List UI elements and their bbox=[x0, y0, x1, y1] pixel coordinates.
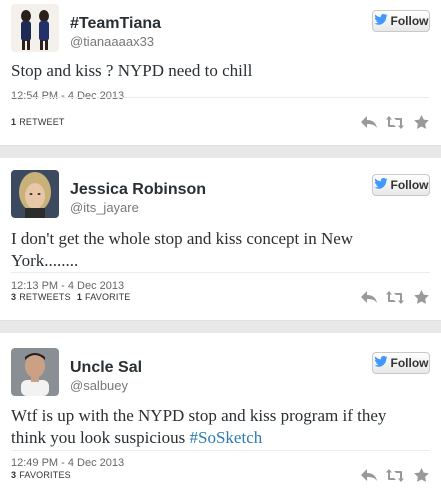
tweet-text: Wtf is up with the NYPD stop and kiss pr… bbox=[11, 405, 415, 449]
favorite-star-icon[interactable] bbox=[412, 113, 430, 131]
screen-handle[interactable]: @its_jayare bbox=[70, 199, 206, 216]
tweet-header: #TeamTiana @tianaaaax33 Follow bbox=[11, 0, 430, 52]
reply-icon[interactable] bbox=[360, 113, 378, 131]
favorite-star-icon[interactable] bbox=[412, 288, 430, 306]
tweet-actions bbox=[360, 273, 430, 321]
tweet-actions bbox=[360, 98, 430, 146]
twitter-bird-icon bbox=[373, 355, 388, 370]
follow-label: Follow bbox=[390, 356, 429, 370]
avatar[interactable] bbox=[11, 170, 59, 218]
hashtag-link[interactable]: #SoSketch bbox=[190, 428, 263, 447]
display-name[interactable]: #TeamTiana bbox=[70, 14, 161, 33]
tweet-footer: 3 RETWEETS 1 FAVORITE bbox=[11, 272, 430, 320]
author-names: Jessica Robinson @its_jayare bbox=[70, 180, 206, 216]
favorite-star-icon[interactable] bbox=[412, 466, 430, 484]
retweet-count[interactable]: 3 RETWEETS bbox=[11, 292, 71, 302]
author-names: #TeamTiana @tianaaaax33 bbox=[70, 14, 161, 50]
screen-handle[interactable]: @salbuey bbox=[70, 377, 142, 394]
reply-icon[interactable] bbox=[360, 288, 378, 306]
tweet-card: Jessica Robinson @its_jayare Follow I do… bbox=[0, 158, 441, 321]
retweet-count[interactable]: 1 RETWEET bbox=[11, 117, 65, 127]
screen-handle[interactable]: @tianaaaax33 bbox=[70, 33, 161, 50]
display-name[interactable]: Jessica Robinson bbox=[70, 180, 206, 199]
tweet-feed: #TeamTiana @tianaaaax33 Follow Stop and … bbox=[0, 0, 441, 489]
follow-label: Follow bbox=[390, 178, 429, 192]
tweet-header: Jessica Robinson @its_jayare Follow bbox=[11, 158, 430, 218]
tweet-actions bbox=[360, 451, 430, 489]
tweet-text: I don't get the whole stop and kiss conc… bbox=[11, 229, 354, 270]
tweet-footer: 3 FAVORITES bbox=[11, 450, 430, 489]
tweet-footer: 1 RETWEET bbox=[11, 97, 430, 145]
tweet-card: Uncle Sal @salbuey Follow Wtf is up with… bbox=[0, 333, 441, 489]
retweet-icon[interactable] bbox=[386, 113, 404, 131]
tweet-header: Uncle Sal @salbuey Follow bbox=[11, 333, 430, 396]
tweet-text: Stop and kiss ? NYPD need to chill bbox=[11, 61, 253, 80]
tweet-card: #TeamTiana @tianaaaax33 Follow Stop and … bbox=[0, 0, 441, 146]
follow-button[interactable]: Follow bbox=[372, 174, 430, 196]
follow-button[interactable]: Follow bbox=[372, 10, 430, 32]
author-names: Uncle Sal @salbuey bbox=[70, 358, 142, 394]
retweet-icon[interactable] bbox=[386, 288, 404, 306]
favorite-count[interactable]: 1 FAVORITE bbox=[77, 292, 131, 302]
reply-icon[interactable] bbox=[360, 466, 378, 484]
follow-button[interactable]: Follow bbox=[372, 352, 430, 374]
twitter-bird-icon bbox=[373, 13, 388, 28]
favorite-count[interactable]: 3 FAVORITES bbox=[11, 470, 71, 480]
twitter-bird-icon bbox=[373, 177, 388, 192]
display-name[interactable]: Uncle Sal bbox=[70, 358, 142, 377]
avatar[interactable] bbox=[11, 4, 59, 52]
retweet-icon[interactable] bbox=[386, 466, 404, 484]
avatar[interactable] bbox=[11, 348, 59, 396]
follow-label: Follow bbox=[390, 14, 429, 28]
